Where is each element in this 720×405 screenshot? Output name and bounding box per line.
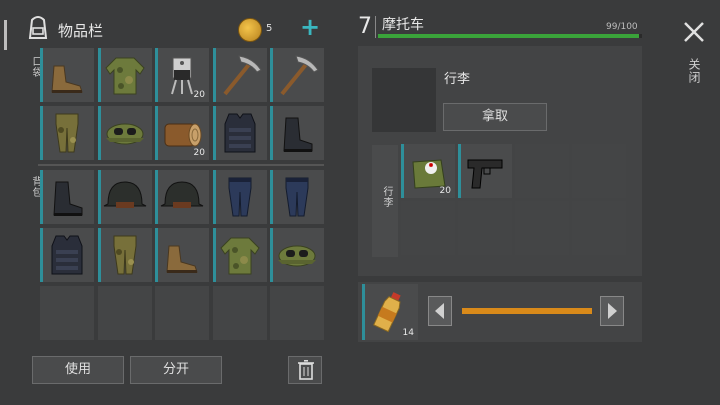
- level-separator: [375, 16, 376, 38]
- vehicle-level: 7: [358, 14, 372, 39]
- empty-slot[interactable]: [515, 201, 569, 255]
- item-slot[interactable]: [97, 106, 152, 160]
- pickaxe-icon: [222, 55, 262, 96]
- camo-pants-icon: [55, 113, 79, 153]
- vehicle-health-track: [378, 34, 642, 38]
- trunk-side-label: 行李: [381, 186, 392, 208]
- item-slot[interactable]: [40, 228, 94, 282]
- item-slot[interactable]: [212, 228, 267, 282]
- item-slot[interactable]: [97, 48, 152, 102]
- empty-slot[interactable]: [515, 144, 569, 198]
- close-icon: [684, 22, 704, 42]
- navy-pants-icon: [285, 177, 309, 217]
- trash-button[interactable]: [288, 356, 322, 384]
- item-slot[interactable]: [270, 106, 324, 160]
- navy-pants-icon: [228, 177, 251, 217]
- backpack-icon: [24, 14, 52, 42]
- camo-jacket-icon: [219, 237, 260, 275]
- inventory-title: 物品栏: [58, 22, 104, 40]
- scroll-indicator[interactable]: [4, 20, 7, 50]
- close-button[interactable]: [680, 18, 708, 46]
- item-qty: 20: [193, 90, 205, 100]
- item-slot[interactable]: [270, 228, 324, 282]
- pickaxe-icon: [280, 55, 319, 96]
- fuel-increase-button[interactable]: [600, 296, 624, 326]
- body-armor-icon: [224, 113, 255, 153]
- fuel-item-slot[interactable]: 14: [362, 284, 418, 340]
- item-slot[interactable]: [458, 144, 512, 198]
- empty-slot[interactable]: [270, 286, 324, 340]
- coin-icon: [238, 18, 262, 42]
- item-qty: 20: [193, 148, 205, 158]
- camo-pants-icon: [113, 235, 136, 275]
- take-button[interactable]: 拿取: [443, 103, 547, 131]
- trash-icon: [298, 360, 314, 380]
- item-slot[interactable]: [212, 48, 267, 102]
- item-qty: 20: [439, 186, 451, 196]
- camo-jacket-icon: [104, 57, 145, 95]
- split-button[interactable]: 分开: [130, 356, 222, 384]
- item-slot[interactable]: [97, 170, 152, 224]
- vehicle-health-text: 99/100: [606, 22, 638, 32]
- item-slot[interactable]: [212, 106, 267, 160]
- item-slot[interactable]: [270, 48, 324, 102]
- helmet-icon: [160, 181, 204, 208]
- boots-icon: [51, 65, 83, 93]
- arrow-left-icon: [435, 303, 444, 319]
- empty-slot[interactable]: [40, 286, 94, 340]
- item-slot[interactable]: 20: [155, 106, 209, 160]
- boots-icon: [166, 245, 198, 273]
- close-label[interactable]: 关闭: [686, 58, 703, 84]
- trunk-preview: [372, 68, 436, 132]
- use-button[interactable]: 使用: [32, 356, 124, 384]
- black-boots-icon: [53, 181, 83, 216]
- camo-cap-goggles-icon: [278, 245, 316, 267]
- item-slot[interactable]: [270, 170, 324, 224]
- item-slot[interactable]: [40, 106, 94, 160]
- fuel-level-fill: [462, 308, 592, 314]
- pistol-icon: [467, 159, 503, 189]
- empty-slot[interactable]: [458, 201, 512, 255]
- divider: [38, 164, 324, 166]
- empty-slot[interactable]: [572, 144, 626, 198]
- empty-slot[interactable]: [572, 201, 626, 255]
- fuel-decrease-button[interactable]: [428, 296, 452, 326]
- item-slot[interactable]: [155, 170, 209, 224]
- body-armor-icon: [51, 235, 83, 275]
- black-boots-icon: [283, 117, 313, 152]
- item-slot[interactable]: 20: [401, 144, 455, 198]
- fuel-level-track: [462, 308, 592, 314]
- empty-slot[interactable]: [155, 286, 209, 340]
- empty-slot[interactable]: [401, 201, 455, 255]
- empty-slot[interactable]: [212, 286, 267, 340]
- helmet-icon: [103, 181, 146, 208]
- item-slot[interactable]: [40, 48, 94, 102]
- camo-cap-goggles-icon: [105, 123, 144, 145]
- item-slot[interactable]: [155, 228, 209, 282]
- empty-slot[interactable]: [97, 286, 152, 340]
- item-slot[interactable]: 20: [155, 48, 209, 102]
- trunk-title: 行李: [444, 72, 471, 87]
- item-slot[interactable]: [40, 170, 94, 224]
- item-slot[interactable]: [212, 170, 267, 224]
- fuel-qty: 14: [402, 328, 414, 338]
- arrow-right-icon: [608, 303, 617, 319]
- vehicle-health-fill: [378, 34, 640, 38]
- vehicle-name: 摩托车: [382, 17, 424, 33]
- coin-count: 5: [266, 23, 273, 34]
- add-coins-button[interactable]: +: [300, 13, 320, 41]
- item-slot[interactable]: [97, 228, 152, 282]
